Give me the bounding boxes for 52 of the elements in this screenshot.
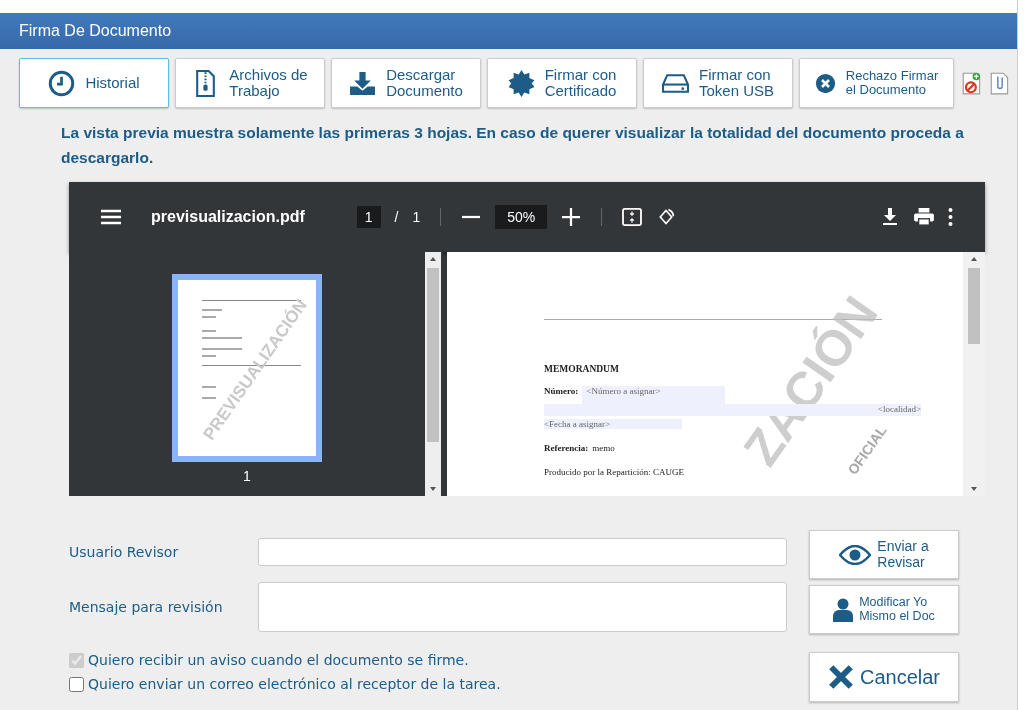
checkbox[interactable] bbox=[69, 676, 84, 692]
number-field[interactable]: <Número a asignar> bbox=[582, 386, 726, 404]
close-icon bbox=[827, 664, 854, 690]
page-separator: / bbox=[394, 209, 399, 225]
clock-icon bbox=[48, 69, 76, 97]
page-total: 1 bbox=[412, 209, 421, 225]
preview-notice: La vista previa muestra solamente las primeras 3 hojas. En caso de querer visualizar la totalidad del documento proceda a descargarlo. bbox=[61, 123, 965, 168]
scroll-down-icon[interactable] bbox=[970, 486, 978, 492]
reference-label: Referencia: bbox=[544, 443, 589, 453]
action-button[interactable]: Modificar Yo Mismo el Doc bbox=[809, 585, 959, 634]
locality-field[interactable]: <localidad> bbox=[544, 404, 921, 416]
eye-icon bbox=[839, 544, 872, 565]
zoom-field[interactable]: 50% bbox=[495, 205, 548, 229]
toolbar-button[interactable]: Rechazo Firmar el Documento bbox=[799, 58, 954, 108]
print-icon[interactable] bbox=[914, 208, 934, 226]
more-options-icon[interactable] bbox=[948, 208, 953, 226]
scroll-up-icon[interactable] bbox=[429, 256, 437, 262]
input-field[interactable] bbox=[258, 538, 787, 566]
toolbar-button[interactable]: Archivos de Trabajo bbox=[175, 58, 325, 108]
message-field[interactable] bbox=[258, 582, 787, 632]
scroll-thumb[interactable] bbox=[427, 268, 439, 442]
download-icon bbox=[349, 69, 377, 97]
toolbar-button[interactable]: Firmar con Token USB bbox=[643, 58, 793, 108]
download-icon[interactable] bbox=[880, 208, 900, 226]
action-button[interactable]: Enviar a Revisar bbox=[809, 530, 959, 579]
toolbar-button[interactable]: Historial bbox=[19, 58, 169, 108]
page-number-field[interactable]: 1 bbox=[356, 206, 381, 228]
fit-page-icon[interactable] bbox=[622, 208, 643, 226]
zoom-in-icon[interactable] bbox=[561, 208, 582, 226]
scroll-thumb[interactable] bbox=[968, 268, 980, 344]
number-label: Número: bbox=[544, 386, 579, 398]
cancel-button[interactable]: Cancelar bbox=[809, 652, 959, 702]
window-title: Firma De Documento bbox=[19, 22, 172, 40]
checkbox-label: Quiero enviar un correo electrónico al receptor de la tarea. bbox=[88, 676, 501, 692]
attachment-icon[interactable] bbox=[990, 71, 1010, 95]
field-label: Mensaje para revisión bbox=[69, 599, 224, 615]
field-label: Usuario Revisor bbox=[69, 544, 180, 560]
scrollbar[interactable] bbox=[425, 252, 441, 496]
reference-value: memo bbox=[592, 443, 615, 453]
scroll-up-icon[interactable] bbox=[970, 256, 978, 262]
file-name: previsualizacion.pdf bbox=[151, 208, 305, 226]
toolbar-button[interactable]: Firmar con Certificado bbox=[487, 58, 637, 108]
seal-icon bbox=[507, 69, 535, 97]
toolbar-button[interactable]: Descargar Documento bbox=[331, 58, 481, 108]
document-cancel-icon[interactable] bbox=[962, 71, 982, 95]
person-icon bbox=[833, 597, 854, 622]
menu-icon[interactable] bbox=[101, 208, 121, 226]
close-circle-icon bbox=[814, 72, 836, 94]
date-field[interactable]: <Fecha a asignar> bbox=[544, 419, 682, 429]
thumbnail-label: 1 bbox=[243, 468, 251, 484]
scroll-down-icon[interactable] bbox=[429, 486, 437, 492]
checkbox-label: Quiero recibir un aviso cuando el documento se firme. bbox=[88, 652, 469, 668]
